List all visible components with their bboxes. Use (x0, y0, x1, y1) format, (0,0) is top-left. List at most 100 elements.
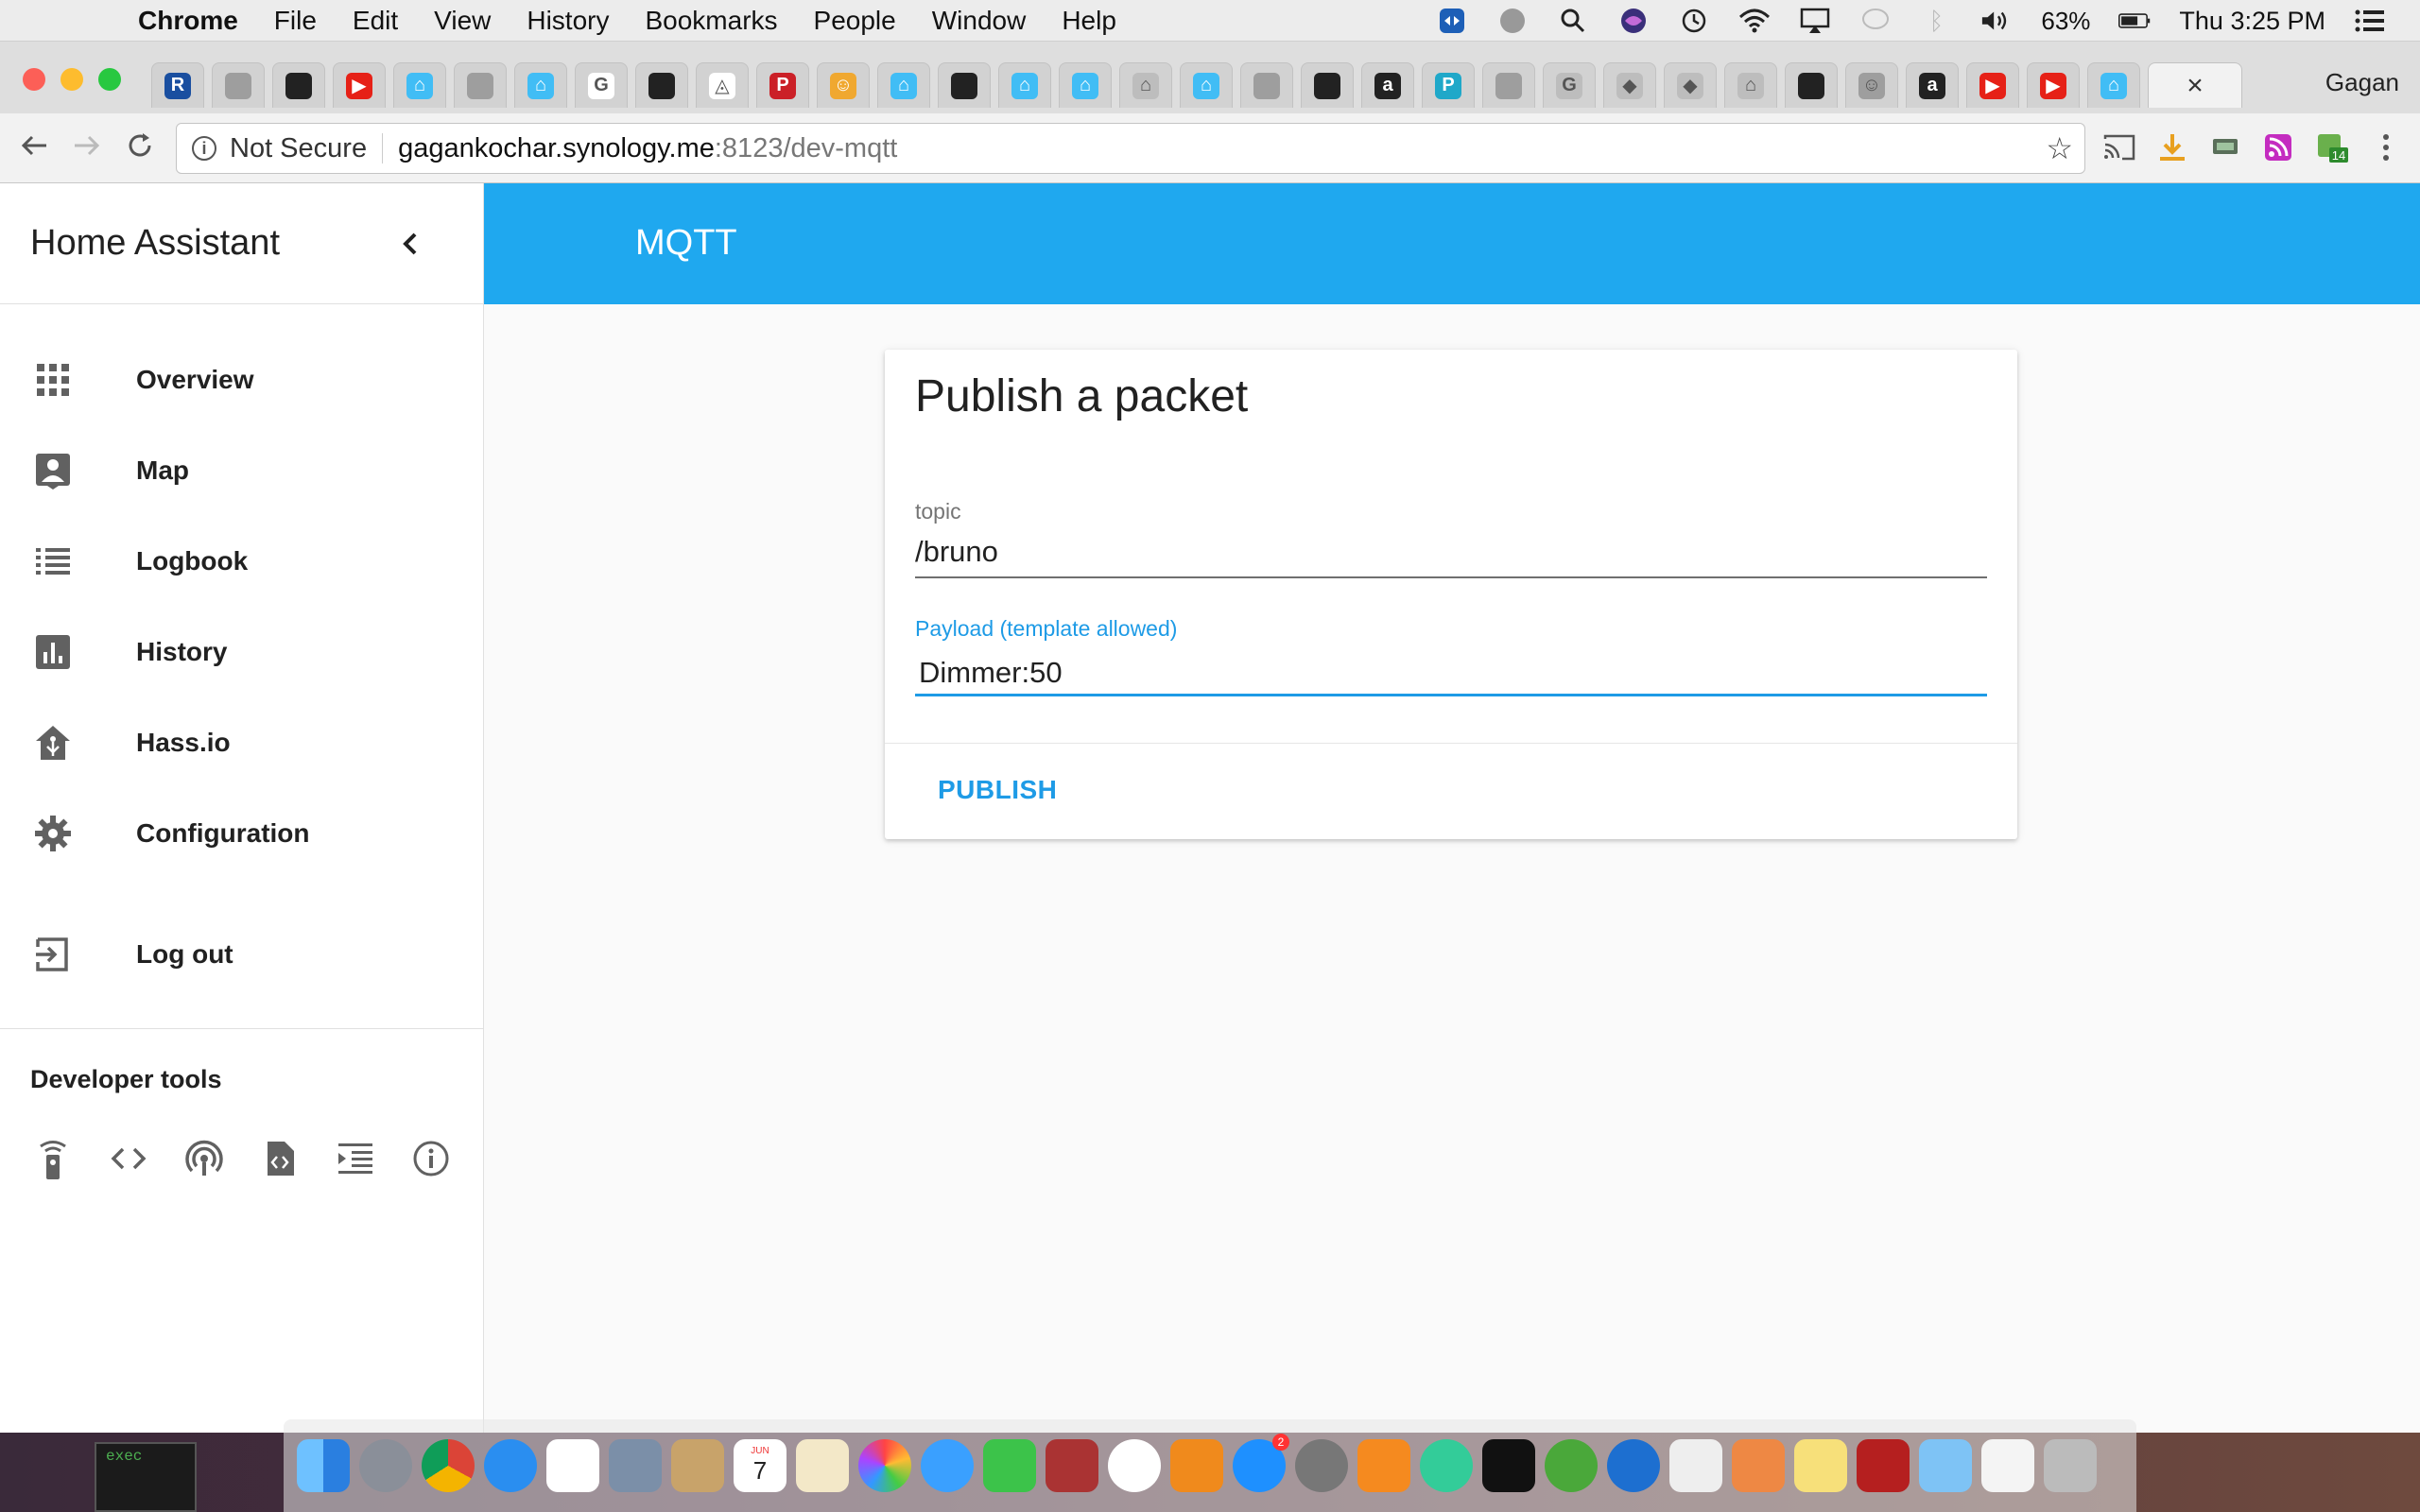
browser-tab[interactable]: R (151, 62, 204, 108)
browser-tab[interactable]: ⌂ (1059, 62, 1112, 108)
time-machine-icon[interactable] (1678, 7, 1710, 35)
photos-icon[interactable] (858, 1439, 911, 1492)
browser-tab[interactable]: ⌂ (1119, 62, 1172, 108)
messages-status-icon[interactable] (1859, 7, 1892, 35)
preview-photos-icon[interactable] (796, 1439, 849, 1492)
ibooks-icon[interactable] (1170, 1439, 1223, 1492)
browser-tab[interactable]: ☺ (817, 62, 870, 108)
launchpad-icon[interactable] (359, 1439, 412, 1492)
teamviewer-status-icon[interactable] (1436, 7, 1468, 35)
utorrent-icon[interactable] (1545, 1439, 1598, 1492)
browser-tab[interactable]: ⌂ (877, 62, 930, 108)
avatar-status-icon[interactable] (1496, 7, 1529, 35)
forward-button[interactable] (66, 125, 108, 166)
sidebar-item-hassio[interactable]: Hass.io (0, 697, 483, 788)
documents-icon[interactable] (1981, 1439, 2034, 1492)
profile-name[interactable]: Gagan (2325, 68, 2399, 97)
screen-extension-icon[interactable] (2206, 129, 2244, 166)
messages-icon[interactable] (921, 1439, 974, 1492)
zoom-window-button[interactable] (98, 68, 121, 91)
browser-tab[interactable]: G (575, 62, 628, 108)
chrome-icon[interactable] (422, 1439, 475, 1492)
safari-icon[interactable] (484, 1439, 537, 1492)
active-browser-tab[interactable]: × (2148, 62, 2242, 108)
file-code-icon[interactable] (261, 1140, 299, 1177)
browser-tab[interactable]: ⌂ (1180, 62, 1233, 108)
info-icon[interactable] (412, 1140, 450, 1177)
apps-grid-icon[interactable] (546, 1439, 599, 1492)
clock[interactable]: Thu 3:25 PM (2179, 7, 2325, 36)
browser-tab[interactable] (212, 62, 265, 108)
browser-tab[interactable] (1301, 62, 1354, 108)
sidebar-item-overview[interactable]: Overview (0, 335, 483, 425)
menu-bookmarks[interactable]: Bookmarks (645, 6, 777, 36)
close-window-button[interactable] (23, 68, 45, 91)
format-indent-icon[interactable] (337, 1140, 374, 1177)
browser-tab[interactable] (1482, 62, 1535, 108)
browser-tab[interactable]: ◆ (1603, 62, 1656, 108)
notification-center-icon[interactable] (2354, 7, 2386, 35)
browser-tab[interactable]: ⌂ (393, 62, 446, 108)
textedit-icon[interactable] (1669, 1439, 1722, 1492)
reload-button[interactable] (119, 125, 161, 166)
terminal-icon[interactable] (1482, 1439, 1535, 1492)
minimize-window-button[interactable] (60, 68, 83, 91)
sidebar-item-logout[interactable]: Log out (0, 909, 483, 1000)
security-label[interactable]: Not Secure (230, 133, 367, 164)
trash-icon[interactable] (2044, 1439, 2097, 1492)
browser-tab[interactable] (1240, 62, 1293, 108)
sidebar-item-history[interactable]: History (0, 607, 483, 697)
browser-tab[interactable] (635, 62, 688, 108)
rss-extension-icon[interactable] (2259, 129, 2297, 166)
browser-tab[interactable]: ◆ (1664, 62, 1717, 108)
sidebar-item-logbook[interactable]: Logbook (0, 516, 483, 607)
system-preferences-icon[interactable] (1295, 1439, 1348, 1492)
browser-tab[interactable]: a (1361, 62, 1414, 108)
browser-tab[interactable]: ⌂ (998, 62, 1051, 108)
browser-tab[interactable] (1785, 62, 1838, 108)
menu-file[interactable]: File (274, 6, 317, 36)
menu-history[interactable]: History (527, 6, 609, 36)
menu-window[interactable]: Window (932, 6, 1027, 36)
bookmark-star-icon[interactable]: ☆ (2046, 130, 2073, 166)
address-bar[interactable]: i Not Secure gagankochar.synology.me :81… (176, 123, 2085, 174)
browser-tab[interactable]: ⌂ (1724, 62, 1777, 108)
app-store-icon[interactable]: 2 (1233, 1434, 1289, 1492)
browser-tab[interactable]: ▶ (2027, 62, 2080, 108)
broadcast-icon[interactable] (185, 1140, 223, 1177)
browser-tab[interactable]: a (1906, 62, 1959, 108)
browser-tab[interactable]: ◬ (696, 62, 749, 108)
browser-tab[interactable]: P (756, 62, 809, 108)
topic-input[interactable]: /bruno (915, 535, 998, 569)
browser-tab[interactable]: ⌂ (2087, 62, 2140, 108)
facetime-icon[interactable] (983, 1439, 1036, 1492)
browser-tab[interactable] (454, 62, 507, 108)
menu-help[interactable]: Help (1062, 6, 1116, 36)
fusion-360-icon[interactable] (1357, 1439, 1410, 1492)
chrome-menu-icon[interactable] (2367, 129, 2405, 166)
browser-tab[interactable]: ⌂ (514, 62, 567, 108)
wifi-icon[interactable] (1738, 7, 1771, 35)
teamviewer-icon[interactable] (1607, 1439, 1660, 1492)
menu-people[interactable]: People (814, 6, 896, 36)
browser-tab[interactable]: G (1543, 62, 1596, 108)
cast-icon[interactable] (2100, 129, 2138, 166)
siri-icon[interactable] (1617, 7, 1650, 35)
browser-tab[interactable]: ▶ (1966, 62, 2019, 108)
info-icon[interactable]: i (192, 136, 216, 161)
contacts-icon[interactable] (671, 1439, 724, 1492)
menu-view[interactable]: View (434, 6, 491, 36)
spotlight-search-icon[interactable] (1557, 7, 1589, 35)
battery-icon[interactable] (2118, 7, 2151, 35)
collapse-sidebar-chevron-icon[interactable] (392, 225, 430, 263)
sidebar-item-configuration[interactable]: Configuration (0, 788, 483, 879)
exec-terminal-thumbnail[interactable]: exec (95, 1442, 197, 1512)
browser-tab[interactable]: ☺ (1845, 62, 1898, 108)
popcorn-time-icon[interactable] (1732, 1439, 1785, 1492)
sidebar-item-map[interactable]: Map (0, 425, 483, 516)
acrobat-icon[interactable] (1857, 1439, 1910, 1492)
code-icon[interactable] (110, 1140, 147, 1177)
notes-icon[interactable] (1794, 1439, 1847, 1492)
bluetooth-icon[interactable]: ᛒ (1920, 7, 1952, 35)
app-menu[interactable]: Chrome (138, 6, 238, 36)
